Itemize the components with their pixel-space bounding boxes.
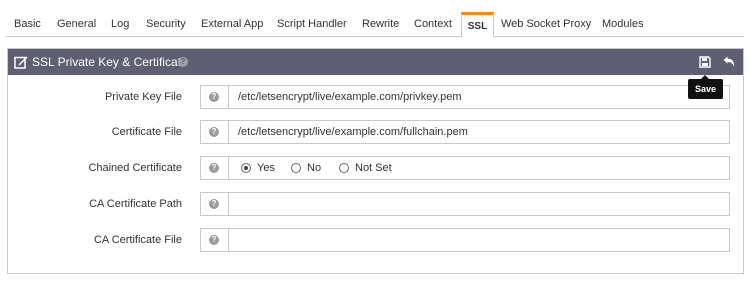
radio-not-set-label: Not Set (355, 162, 392, 174)
ca-path-help[interactable]: ? (200, 192, 228, 216)
tab-ssl[interactable]: SSL (461, 12, 494, 37)
private-key-field[interactable]: /etc/letsencrypt/live/example.com/privke… (228, 85, 730, 109)
tab-web-socket-proxy[interactable]: Web Socket Proxy (501, 14, 591, 36)
tab-context[interactable]: Context (414, 14, 452, 36)
radio-not-set-circle[interactable] (339, 163, 349, 173)
private-key-help[interactable]: ? (200, 85, 228, 109)
help-icon: ? (209, 199, 219, 209)
ca-file-label: CA Certificate File (93, 234, 182, 246)
radio-no-label: No (307, 162, 322, 174)
ca-file-help[interactable]: ? (200, 228, 228, 252)
tab-rewrite[interactable]: Rewrite (362, 14, 399, 36)
tab-log[interactable]: Log (111, 14, 129, 36)
help-icon[interactable]: ? (178, 57, 188, 67)
certificate-help[interactable]: ? (200, 120, 228, 144)
certificate-field[interactable]: /etc/letsencrypt/live/example.com/fullch… (228, 120, 730, 144)
chained-certificate-field: Yes No Not Set (228, 156, 730, 180)
tab-general[interactable]: General (57, 14, 96, 36)
radio-yes-circle[interactable] (241, 163, 251, 173)
certificate-label: Certificate File (111, 126, 182, 138)
tab-bar: Basic General Log Security External App … (6, 12, 744, 37)
panel-title: SSL Private Key & Certificate (32, 55, 188, 69)
chained-certificate-label: Chained Certificate (88, 162, 182, 174)
chained-certificate-help[interactable]: ? (200, 156, 228, 180)
private-key-label: Private Key File (104, 91, 182, 103)
radio-yes-label: Yes (257, 162, 275, 174)
radio-no-circle[interactable] (291, 163, 301, 173)
ca-path-label: CA Certificate Path (89, 198, 182, 210)
save-tooltip: Save (688, 75, 723, 99)
tab-basic[interactable]: Basic (14, 14, 41, 36)
tab-script-handler[interactable]: Script Handler (277, 14, 347, 36)
tab-modules[interactable]: Modules (602, 14, 644, 36)
panel-header: SSL Private Key & Certificate ? (8, 49, 743, 75)
help-icon: ? (209, 235, 219, 245)
edit-icon (14, 56, 28, 69)
tab-security[interactable]: Security (146, 14, 186, 36)
undo-icon[interactable] (722, 55, 736, 69)
save-icon[interactable] (698, 55, 712, 69)
help-icon: ? (209, 163, 219, 173)
ca-file-field[interactable] (228, 228, 730, 252)
ca-path-field[interactable] (228, 192, 730, 216)
help-icon: ? (209, 127, 219, 137)
help-icon: ? (209, 92, 219, 102)
tab-external-app[interactable]: External App (201, 14, 263, 36)
